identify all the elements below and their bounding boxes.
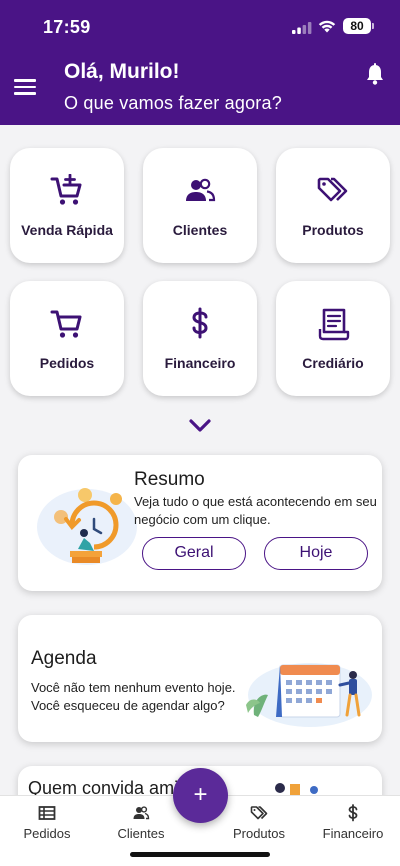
tile-financeiro[interactable]: Financeiro [143,281,257,396]
app-header: 17:59 80 Olá, Murilo! O que vamos fazer … [0,0,400,125]
tile-label: Pedidos [39,355,95,371]
nav-clientes[interactable]: Clientes [96,804,186,841]
agenda-card[interactable]: Agenda Você não tem nenhum evento hoje. … [18,615,382,742]
cart-icon [50,310,82,338]
agenda-text: Você não tem nenhum evento hoje. Você es… [31,680,236,713]
tile-venda-rapida[interactable]: Venda Rápida [10,148,124,263]
nav-label: Pedidos [23,826,71,841]
hoje-button[interactable]: Hoje [264,537,368,570]
signal-icon [292,22,312,34]
bell-icon[interactable] [365,63,385,85]
nav-pedidos[interactable]: Pedidos [2,804,92,841]
dollar-icon [192,307,208,339]
nav-produtos[interactable]: Produtos [214,804,304,841]
tile-label: Produtos [302,222,364,238]
add-fab-button[interactable]: + [173,768,228,823]
battery-tip [372,23,374,29]
table-icon [38,806,56,820]
geral-button[interactable]: Geral [142,537,246,570]
tile-label: Clientes [172,222,228,238]
nav-label: Produtos [232,826,286,841]
resumo-text: Veja tudo o que está acontecendo em seu … [134,494,377,527]
agenda-title: Agenda [31,648,97,669]
resumo-illustration [37,488,137,565]
nav-label: Financeiro [322,826,384,841]
users-icon [186,178,216,202]
tile-clientes[interactable]: Clientes [143,148,257,263]
receipt-icon [318,308,350,341]
tile-produtos[interactable]: Produtos [276,148,390,263]
wifi-icon [318,20,336,33]
resumo-title: Resumo [134,469,205,490]
tags-icon [250,806,268,820]
nav-label: Clientes [117,826,165,841]
tile-crediario[interactable]: Crediário [276,281,390,396]
users-icon [133,806,150,820]
battery-indicator: 80 [343,18,371,34]
home-indicator [130,852,270,857]
menu-icon[interactable] [14,79,36,95]
resumo-card[interactable]: Resumo Veja tudo o que está acontecendo … [18,455,382,591]
tile-pedidos[interactable]: Pedidos [10,281,124,396]
tile-label: Crediário [302,355,364,371]
status-bar: 17:59 80 [0,0,400,54]
cart-plus-icon [50,174,82,205]
dollar-icon [348,804,358,822]
tags-icon [317,177,348,202]
chevron-down-icon[interactable] [188,418,212,434]
nav-financeiro[interactable]: Financeiro [308,804,398,841]
tile-label: Financeiro [164,355,236,371]
greeting: Olá, Murilo! [64,60,180,83]
header-subtitle: O que vamos fazer agora? [64,93,282,113]
status-time: 17:59 [43,17,91,37]
tile-label: Venda Rápida [21,222,113,238]
agenda-illustration [246,663,372,727]
